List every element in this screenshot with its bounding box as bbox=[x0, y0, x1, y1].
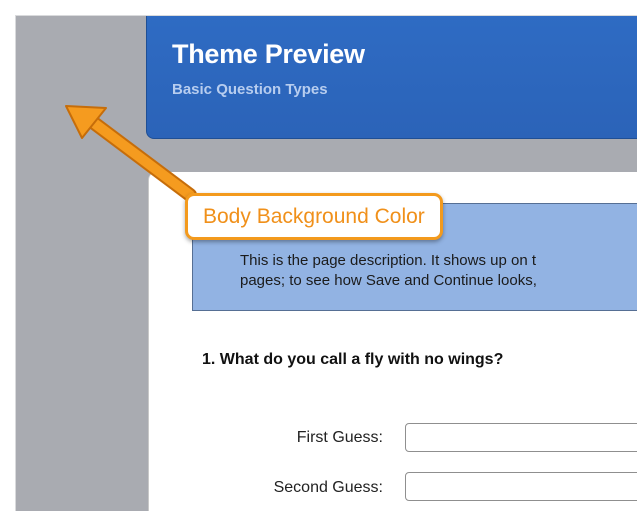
first-guess-label: First Guess: bbox=[296, 429, 383, 446]
second-guess-label: Second Guess: bbox=[273, 479, 383, 496]
page-description-text: This is the page description. It shows u… bbox=[240, 251, 637, 291]
page-description-line-1: This is the page description. It shows u… bbox=[240, 252, 536, 269]
body-background-color-callout: Body Background Color bbox=[185, 193, 443, 240]
theme-header: Theme Preview Basic Question Types bbox=[146, 16, 637, 139]
page-title: Theme Preview bbox=[172, 39, 365, 69]
page-subtitle: Basic Question Types bbox=[172, 81, 328, 98]
page-description-line-2: pages; to see how Save and Continue look… bbox=[240, 272, 537, 289]
second-guess-input[interactable] bbox=[405, 472, 637, 501]
first-guess-input[interactable] bbox=[405, 423, 637, 452]
question-title: 1. What do you call a fly with no wings? bbox=[202, 351, 504, 368]
